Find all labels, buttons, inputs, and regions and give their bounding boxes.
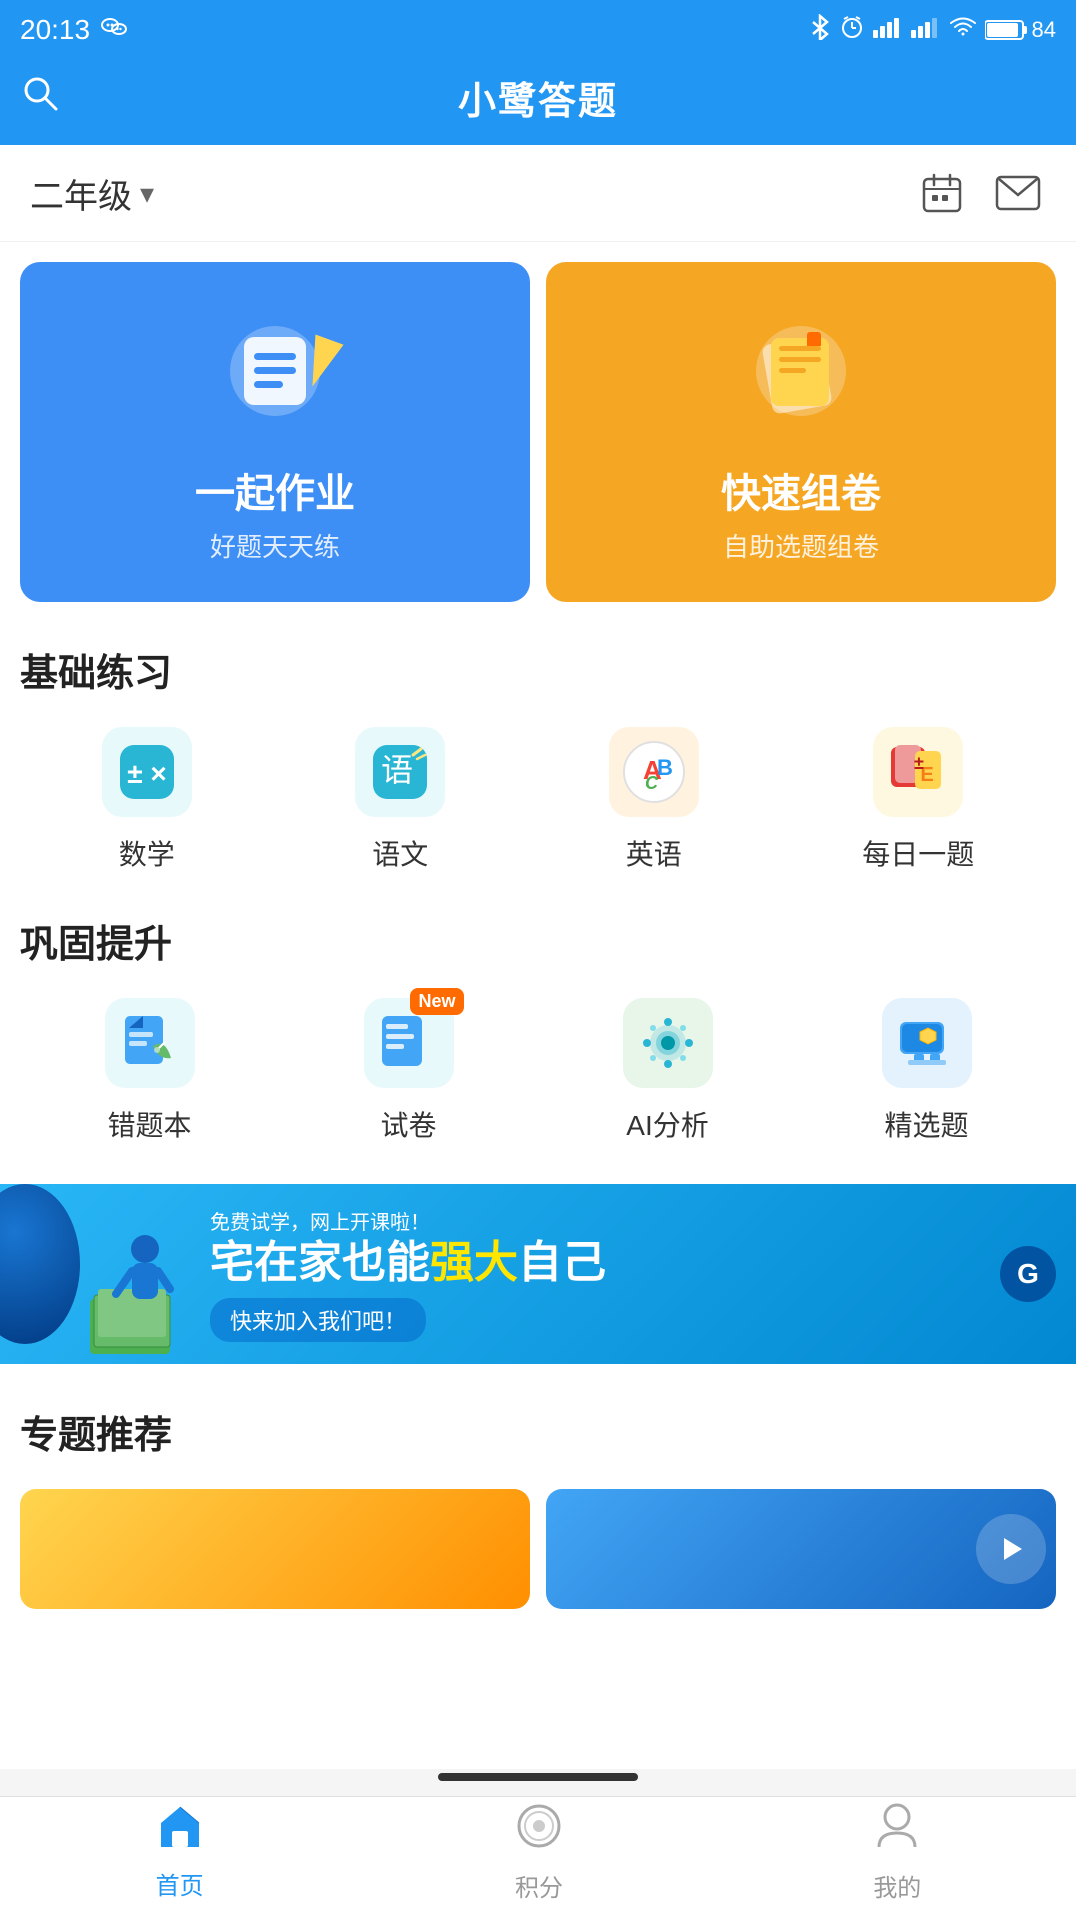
daily-icon-wrap: E ± bbox=[873, 727, 963, 817]
homework-icon bbox=[205, 301, 345, 441]
sub-header: 二年级 ▾ bbox=[0, 145, 1076, 242]
battery-pct: 84 bbox=[1032, 17, 1056, 43]
battery-icon: 84 bbox=[985, 17, 1056, 43]
banner-go-button[interactable]: G bbox=[1000, 1246, 1056, 1302]
svg-text:C: C bbox=[645, 773, 659, 793]
mail-button[interactable] bbox=[990, 165, 1046, 221]
mine-label: 我的 bbox=[873, 1868, 921, 1903]
svg-text:B: B bbox=[657, 755, 673, 780]
compose-icon bbox=[731, 301, 871, 441]
sub-header-icons bbox=[914, 165, 1046, 221]
specialty-cards bbox=[20, 1489, 1056, 1609]
selected-icon-wrap bbox=[882, 998, 972, 1088]
alarm-icon bbox=[839, 14, 865, 46]
math-label: 数学 bbox=[119, 833, 175, 873]
selected-item[interactable]: 精选题 bbox=[882, 998, 972, 1144]
advance-grid: 错题本 New 试卷 bbox=[20, 998, 1056, 1144]
globe-decoration bbox=[0, 1184, 80, 1344]
home-icon bbox=[155, 1803, 205, 1860]
points-icon bbox=[514, 1801, 564, 1862]
math-item[interactable]: ± × 数学 bbox=[102, 727, 192, 873]
math-icon-wrap: ± × bbox=[102, 727, 192, 817]
english-item[interactable]: A B C 英语 bbox=[609, 727, 699, 873]
chinese-icon-wrap: 语 bbox=[355, 727, 445, 817]
specialty-card-1[interactable] bbox=[20, 1489, 530, 1609]
ai-label: AI分析 bbox=[626, 1104, 708, 1144]
compose-subtitle: 自助选题组卷 bbox=[723, 527, 879, 564]
svg-text:±: ± bbox=[914, 753, 924, 773]
english-icon-wrap: A B C bbox=[609, 727, 699, 817]
bluetooth-icon bbox=[809, 14, 831, 46]
compose-card[interactable]: 快速组卷 自助选题组卷 bbox=[546, 262, 1056, 602]
selected-label: 精选题 bbox=[884, 1104, 968, 1144]
exam-label: 试卷 bbox=[380, 1104, 436, 1144]
dropdown-icon: ▾ bbox=[140, 177, 154, 210]
basic-section-title: 基础练习 bbox=[20, 642, 1056, 697]
homework-subtitle: 好题天天练 bbox=[210, 527, 340, 564]
home-indicator bbox=[438, 1773, 638, 1781]
error-label: 错题本 bbox=[107, 1104, 191, 1144]
main-content: 一起作业 好题天天练 bbox=[0, 242, 1076, 1769]
daily-label: 每日一题 bbox=[862, 833, 974, 873]
signal-icon-2 bbox=[911, 16, 941, 44]
nav-home[interactable]: 首页 bbox=[155, 1803, 205, 1901]
figure-decoration bbox=[80, 1199, 200, 1364]
ai-icon-wrap bbox=[623, 998, 713, 1088]
error-icon-wrap bbox=[105, 998, 195, 1088]
homework-card[interactable]: 一起作业 好题天天练 bbox=[20, 262, 530, 602]
new-badge: New bbox=[410, 988, 463, 1015]
points-label: 积分 bbox=[515, 1868, 563, 1903]
bottom-nav: 首页 积分 我的 bbox=[0, 1796, 1076, 1916]
specialty-title: 专题推荐 bbox=[20, 1404, 1056, 1459]
banner-content: 免费试学，网上开课啦！ 宅在家也能强大自己 快来加入我们吧！ bbox=[210, 1206, 606, 1341]
calendar-button[interactable] bbox=[914, 165, 970, 221]
app-title: 小鹭答题 bbox=[458, 70, 618, 125]
homework-title: 一起作业 bbox=[195, 461, 355, 519]
status-left: 20:13 bbox=[20, 13, 128, 48]
banner-free-text: 免费试学，网上开课啦！ bbox=[210, 1206, 606, 1235]
wifi-icon bbox=[949, 16, 977, 44]
svg-text:语: 语 bbox=[381, 752, 413, 788]
basic-grid: ± × 数学 语 语文 A B bbox=[20, 727, 1056, 873]
mine-icon bbox=[875, 1801, 919, 1862]
specialty-card-2[interactable] bbox=[546, 1489, 1056, 1609]
daily-item[interactable]: E ± 每日一题 bbox=[862, 727, 974, 873]
nav-mine[interactable]: 我的 bbox=[873, 1801, 921, 1903]
wechat-icon bbox=[100, 13, 128, 48]
banner-main-text: 宅在家也能强大自己 bbox=[210, 1239, 606, 1287]
english-label: 英语 bbox=[626, 833, 682, 873]
ai-item[interactable]: AI分析 bbox=[623, 998, 713, 1144]
compose-title: 快速组卷 bbox=[721, 461, 881, 519]
error-item[interactable]: 错题本 bbox=[105, 998, 195, 1144]
chinese-item[interactable]: 语 语文 bbox=[355, 727, 445, 873]
signal-icon-1 bbox=[873, 16, 903, 44]
promo-banner[interactable]: 免费试学，网上开课啦！ 宅在家也能强大自己 快来加入我们吧！ G bbox=[0, 1184, 1076, 1364]
play-icon bbox=[976, 1514, 1046, 1584]
exam-icon-wrap: New bbox=[364, 998, 454, 1088]
grade-label: 二年级 bbox=[30, 169, 132, 218]
status-bar: 20:13 bbox=[0, 0, 1076, 60]
status-right: 84 bbox=[809, 14, 1056, 46]
app-header: 小鹭答题 bbox=[0, 60, 1076, 145]
home-label: 首页 bbox=[156, 1866, 204, 1901]
banner-sub-text: 快来加入我们吧！ bbox=[210, 1298, 426, 1342]
banner-wrap: 免费试学，网上开课啦！ 宅在家也能强大自己 快来加入我们吧！ G bbox=[0, 1184, 1076, 1364]
advance-section-title: 巩固提升 bbox=[20, 913, 1056, 968]
chinese-label: 语文 bbox=[372, 833, 428, 873]
status-time: 20:13 bbox=[20, 14, 90, 46]
exam-item[interactable]: New 试卷 bbox=[364, 998, 454, 1144]
hero-cards: 一起作业 好题天天练 bbox=[20, 262, 1056, 602]
search-button[interactable] bbox=[20, 73, 60, 122]
grade-selector[interactable]: 二年级 ▾ bbox=[30, 169, 154, 218]
svg-text:± ×: ± × bbox=[127, 758, 167, 789]
nav-points[interactable]: 积分 bbox=[514, 1801, 564, 1903]
specialty-section: 专题推荐 bbox=[20, 1364, 1056, 1609]
